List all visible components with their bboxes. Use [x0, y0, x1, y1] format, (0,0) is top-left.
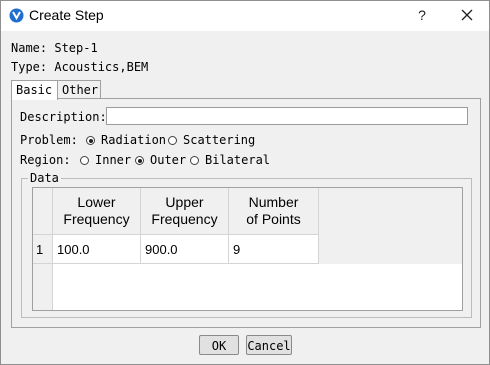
create-step-dialog: Create Step ? Name: Step-1 Type: Acousti…: [0, 0, 490, 365]
lower-frequency-cell[interactable]: 100.0: [53, 235, 141, 264]
radiation-radio[interactable]: [86, 136, 95, 145]
step-type-text: Type: Acoustics,BEM: [11, 60, 149, 74]
table-empty-area: [53, 264, 462, 310]
column-header-upper-frequency[interactable]: Upper Frequency: [141, 188, 229, 235]
app-logo-icon: [9, 8, 24, 23]
region-label: Region:: [20, 153, 71, 167]
dialog-title: Create Step: [29, 7, 104, 23]
column-header-lower-frequency[interactable]: Lower Frequency: [53, 188, 141, 235]
data-table: Lower Frequency Upper Frequency Number o…: [32, 187, 463, 311]
outer-radio[interactable]: [135, 156, 144, 165]
tab-other[interactable]: Other: [57, 80, 101, 99]
description-label: Description:: [20, 110, 107, 124]
number-of-points-cell[interactable]: 9: [229, 235, 319, 264]
upper-frequency-cell[interactable]: 900.0: [141, 235, 229, 264]
column-header-number-of-points[interactable]: Number of Points: [229, 188, 319, 235]
cancel-button[interactable]: Cancel: [246, 335, 292, 355]
step-name-text: Name: Step-1: [11, 41, 98, 55]
help-button[interactable]: ?: [411, 4, 433, 26]
ok-button[interactable]: OK: [199, 335, 239, 355]
description-input[interactable]: [106, 107, 468, 125]
scattering-radio[interactable]: [168, 136, 177, 145]
data-group-title: Data: [28, 171, 61, 185]
bilateral-radio[interactable]: [190, 156, 199, 165]
bilateral-option-label[interactable]: Bilateral: [205, 153, 270, 167]
empty-row-header: [33, 264, 53, 310]
scattering-option-label[interactable]: Scattering: [183, 133, 255, 147]
basic-tab-panel: Description: Problem: Radiation Scatteri…: [11, 98, 481, 328]
title-bar: Create Step ?: [1, 1, 489, 31]
table-corner[interactable]: [33, 188, 53, 235]
radiation-option-label[interactable]: Radiation: [101, 133, 166, 147]
close-button[interactable]: [456, 4, 478, 26]
row-header-1[interactable]: 1: [33, 235, 53, 264]
data-groupbox: Data Lower Frequency Upper Frequency Num…: [21, 171, 472, 318]
tab-basic[interactable]: Basic: [11, 80, 58, 100]
outer-option-label[interactable]: Outer: [150, 153, 186, 167]
inner-radio[interactable]: [80, 156, 89, 165]
close-icon: [461, 9, 473, 21]
problem-label: Problem:: [20, 133, 78, 147]
inner-option-label[interactable]: Inner: [95, 153, 131, 167]
